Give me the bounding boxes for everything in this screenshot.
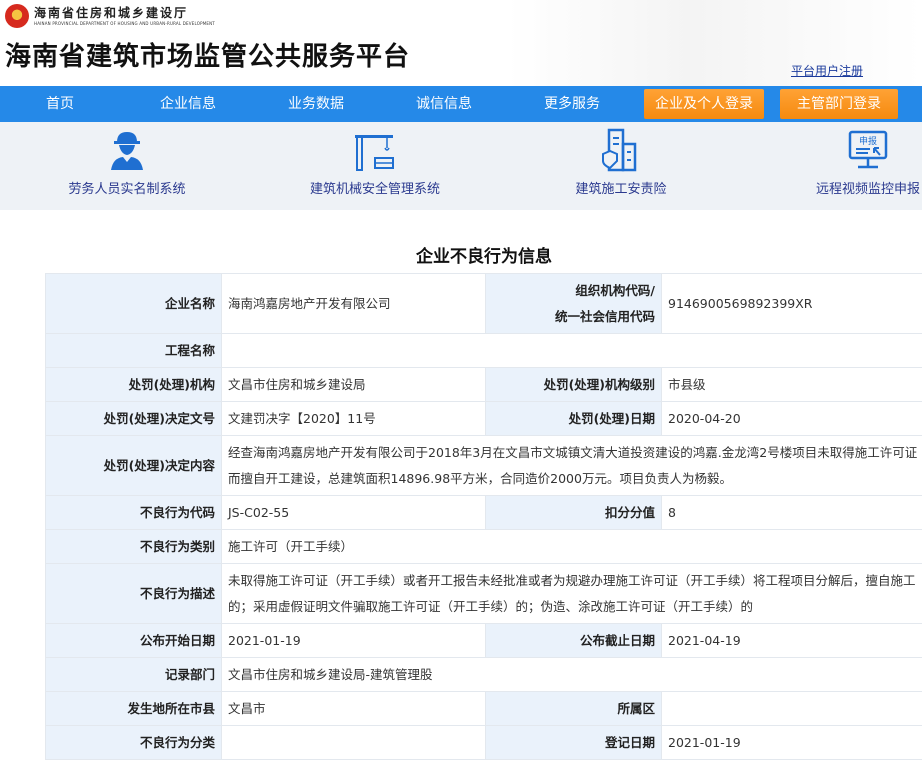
department-name-en: HAINAN PROVINCIAL DEPARTMENT OF HOUSING … [34, 21, 215, 26]
quicklink-label: 远程视频监控申报 [768, 178, 922, 197]
publish-end-value: 2021-04-19 [662, 624, 922, 658]
table-row: 记录部门 文昌市住房和城乡建设局-建筑管理股 [46, 658, 922, 692]
project-name-value [222, 334, 922, 368]
svg-text:申报: 申报 [859, 135, 877, 147]
site-title: 海南省建筑市场监管公共服务平台 [5, 36, 410, 73]
publish-end-label: 公布截止日期 [486, 624, 662, 658]
district-label: 所属区 [486, 692, 662, 726]
decision-content-label: 处罚(处理)决定内容 [46, 436, 222, 496]
quicklink-label: 劳务人员实名制系统 [27, 178, 227, 197]
quicklink-label: 建筑机械安全管理系统 [275, 178, 475, 197]
worker-icon [105, 128, 149, 172]
project-name-label: 工程名称 [46, 334, 222, 368]
bad-behavior-detail-table: 企业名称 海南鸿嘉房地产开发有限公司 组织机构代码/统一社会信用代码 91469… [45, 273, 922, 760]
publish-start-value: 2021-01-19 [222, 624, 486, 658]
behavior-desc-label: 不良行为描述 [46, 564, 222, 624]
insured-building-icon [599, 128, 643, 172]
nav-home[interactable]: 首页 [30, 86, 90, 122]
table-row: 不良行为代码 JS-C02-55 扣分分值 8 [46, 496, 922, 530]
table-row: 处罚(处理)决定内容 经查海南鸿嘉房地产开发有限公司于2018年3月在文昌市文城… [46, 436, 922, 496]
behavior-class-value [222, 726, 486, 760]
quicklink-label: 建筑施工安责险 [521, 178, 721, 197]
quicklink-safety-insurance[interactable]: 建筑施工安责险 [521, 122, 721, 210]
main-nav: 首页 企业信息 业务数据 诚信信息 更多服务 企业及个人登录 主管部门登录 [0, 86, 922, 122]
department-login-button[interactable]: 主管部门登录 [780, 89, 898, 119]
table-row: 企业名称 海南鸿嘉房地产开发有限公司 组织机构代码/统一社会信用代码 91469… [46, 274, 922, 334]
nav-enterprise-info[interactable]: 企业信息 [150, 86, 226, 122]
decision-no-value: 文建罚决字【2020】11号 [222, 402, 486, 436]
nav-business-data[interactable]: 业务数据 [278, 86, 354, 122]
decision-no-label: 处罚(处理)决定文号 [46, 402, 222, 436]
authority-label: 处罚(处理)机构 [46, 368, 222, 402]
table-row: 工程名称 [46, 334, 922, 368]
behavior-class-label: 不良行为分类 [46, 726, 222, 760]
nav-more-services[interactable]: 更多服务 [534, 86, 610, 122]
table-row: 不良行为类别 施工许可（开工手续） [46, 530, 922, 564]
national-emblem-icon [5, 4, 29, 28]
company-name-label: 企业名称 [46, 274, 222, 334]
table-row: 不良行为描述 未取得施工许可证（开工手续）或者开工报告未经批准或者为规避办理施工… [46, 564, 922, 624]
enterprise-login-button[interactable]: 企业及个人登录 [644, 89, 764, 119]
table-row: 公布开始日期 2021-01-19 公布截止日期 2021-04-19 [46, 624, 922, 658]
authority-level-value: 市县级 [662, 368, 922, 402]
table-row: 处罚(处理)决定文号 文建罚决字【2020】11号 处罚(处理)日期 2020-… [46, 402, 922, 436]
table-row: 不良行为分类 登记日期 2021-01-19 [46, 726, 922, 760]
register-date-value: 2021-01-19 [662, 726, 922, 760]
deduction-value: 8 [662, 496, 922, 530]
behavior-code-label: 不良行为代码 [46, 496, 222, 530]
authority-value: 文昌市住房和城乡建设局 [222, 368, 486, 402]
crane-icon [353, 128, 397, 172]
record-dept-label: 记录部门 [46, 658, 222, 692]
report-monitor-icon: 申报 [846, 128, 890, 172]
authority-level-label: 处罚(处理)机构级别 [486, 368, 662, 402]
decision-date-value: 2020-04-20 [662, 402, 922, 436]
location-city-label: 发生地所在市县 [46, 692, 222, 726]
register-date-label: 登记日期 [486, 726, 662, 760]
site-header: 海南省住房和城乡建设厅 HAINAN PROVINCIAL DEPARTMENT… [0, 0, 922, 86]
table-row: 发生地所在市县 文昌市 所属区 [46, 692, 922, 726]
record-dept-value: 文昌市住房和城乡建设局-建筑管理股 [222, 658, 922, 692]
credit-code-value: 9146900569892399XR [662, 274, 922, 334]
page-title: 企业不良行为信息 [0, 242, 922, 267]
deduction-label: 扣分分值 [486, 496, 662, 530]
behavior-code-value: JS-C02-55 [222, 496, 486, 530]
table-row: 处罚(处理)机构 文昌市住房和城乡建设局 处罚(处理)机构级别 市县级 [46, 368, 922, 402]
quicklink-machinery-safety[interactable]: 建筑机械安全管理系统 [275, 122, 475, 210]
district-value [662, 692, 922, 726]
decision-content-value: 经查海南鸿嘉房地产开发有限公司于2018年3月在文昌市文城镇文清大道投资建设的鸿… [222, 436, 922, 496]
behavior-category-label: 不良行为类别 [46, 530, 222, 564]
location-city-value: 文昌市 [222, 692, 486, 726]
behavior-desc-value: 未取得施工许可证（开工手续）或者开工报告未经批准或者为规避办理施工许可证（开工手… [222, 564, 922, 624]
publish-start-label: 公布开始日期 [46, 624, 222, 658]
quick-links: 劳务人员实名制系统 建筑机械安全管理系统 建筑施工安责险 申报 [0, 122, 922, 210]
decision-date-label: 处罚(处理)日期 [486, 402, 662, 436]
behavior-category-value: 施工许可（开工手续） [222, 530, 922, 564]
nav-credit-info[interactable]: 诚信信息 [406, 86, 482, 122]
credit-code-label: 组织机构代码/统一社会信用代码 [486, 274, 662, 334]
quicklink-remote-monitoring[interactable]: 申报 远程视频监控申报 [768, 122, 922, 210]
department-name: 海南省住房和城乡建设厅 [34, 4, 188, 21]
company-name-value: 海南鸿嘉房地产开发有限公司 [222, 274, 486, 334]
quicklink-labor-realname[interactable]: 劳务人员实名制系统 [27, 122, 227, 210]
register-link[interactable]: 平台用户注册 [791, 62, 863, 79]
